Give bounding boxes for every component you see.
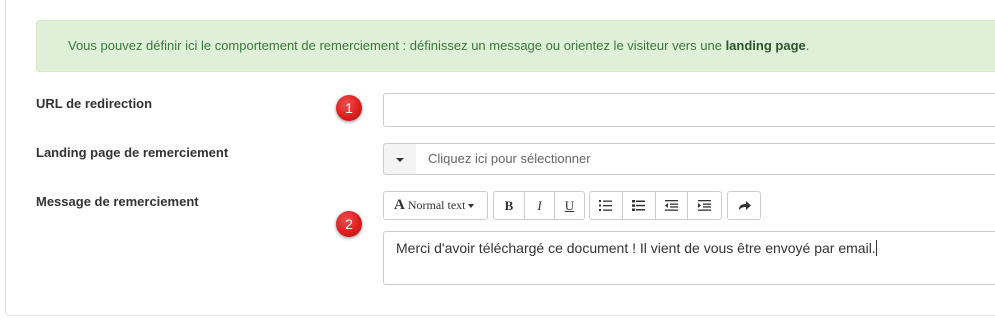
step-marker-2: 2 — [336, 211, 362, 237]
ordered-list-icon — [632, 200, 646, 211]
caret-down-icon — [396, 158, 404, 162]
alert-text: Vous pouvez définir ici le comportement … — [68, 38, 726, 53]
alert-bold-text: landing page — [725, 38, 806, 53]
text-style-group: B I U — [493, 191, 585, 220]
thank-you-message-label: Message de remerciement — [36, 194, 199, 209]
unordered-list-button[interactable] — [590, 192, 623, 219]
redo-group — [727, 191, 761, 220]
font-icon: A — [394, 197, 405, 213]
text-format-dropdown[interactable]: A Normal text — [383, 191, 488, 220]
ordered-list-button[interactable] — [623, 192, 656, 219]
indent-icon — [698, 200, 712, 211]
landing-page-dropdown-button[interactable] — [383, 143, 417, 175]
redo-button[interactable] — [728, 192, 760, 219]
list-group — [589, 191, 722, 220]
format-label: Normal text — [407, 198, 466, 212]
caret-down-icon — [467, 204, 474, 209]
underline-button[interactable]: U — [555, 192, 584, 219]
landing-page-select[interactable]: Cliquez ici pour sélectionner — [416, 143, 995, 175]
landing-page-label: Landing page de remerciement — [36, 145, 229, 160]
redirect-url-input[interactable] — [383, 93, 995, 127]
info-alert: Vous pouvez définir ici le comportement … — [36, 20, 995, 72]
thank-you-message-editor[interactable]: Merci d'avoir téléchargé ce document ! I… — [383, 231, 995, 285]
redo-icon — [738, 201, 751, 210]
step-marker-1: 1 — [336, 95, 362, 121]
outdent-icon — [664, 200, 678, 211]
editor-text: Merci d'avoir téléchargé ce document ! I… — [396, 240, 876, 256]
outdent-button[interactable] — [656, 192, 689, 219]
text-format-label: A Normal text — [384, 192, 474, 219]
indent-button[interactable] — [688, 192, 721, 219]
bold-button[interactable]: B — [494, 192, 525, 219]
alert-text-end: . — [805, 38, 810, 53]
redirect-url-label: URL de redirection — [36, 96, 153, 111]
unordered-list-icon — [599, 200, 613, 211]
text-cursor — [875, 240, 877, 256]
italic-button[interactable]: I — [525, 192, 555, 219]
